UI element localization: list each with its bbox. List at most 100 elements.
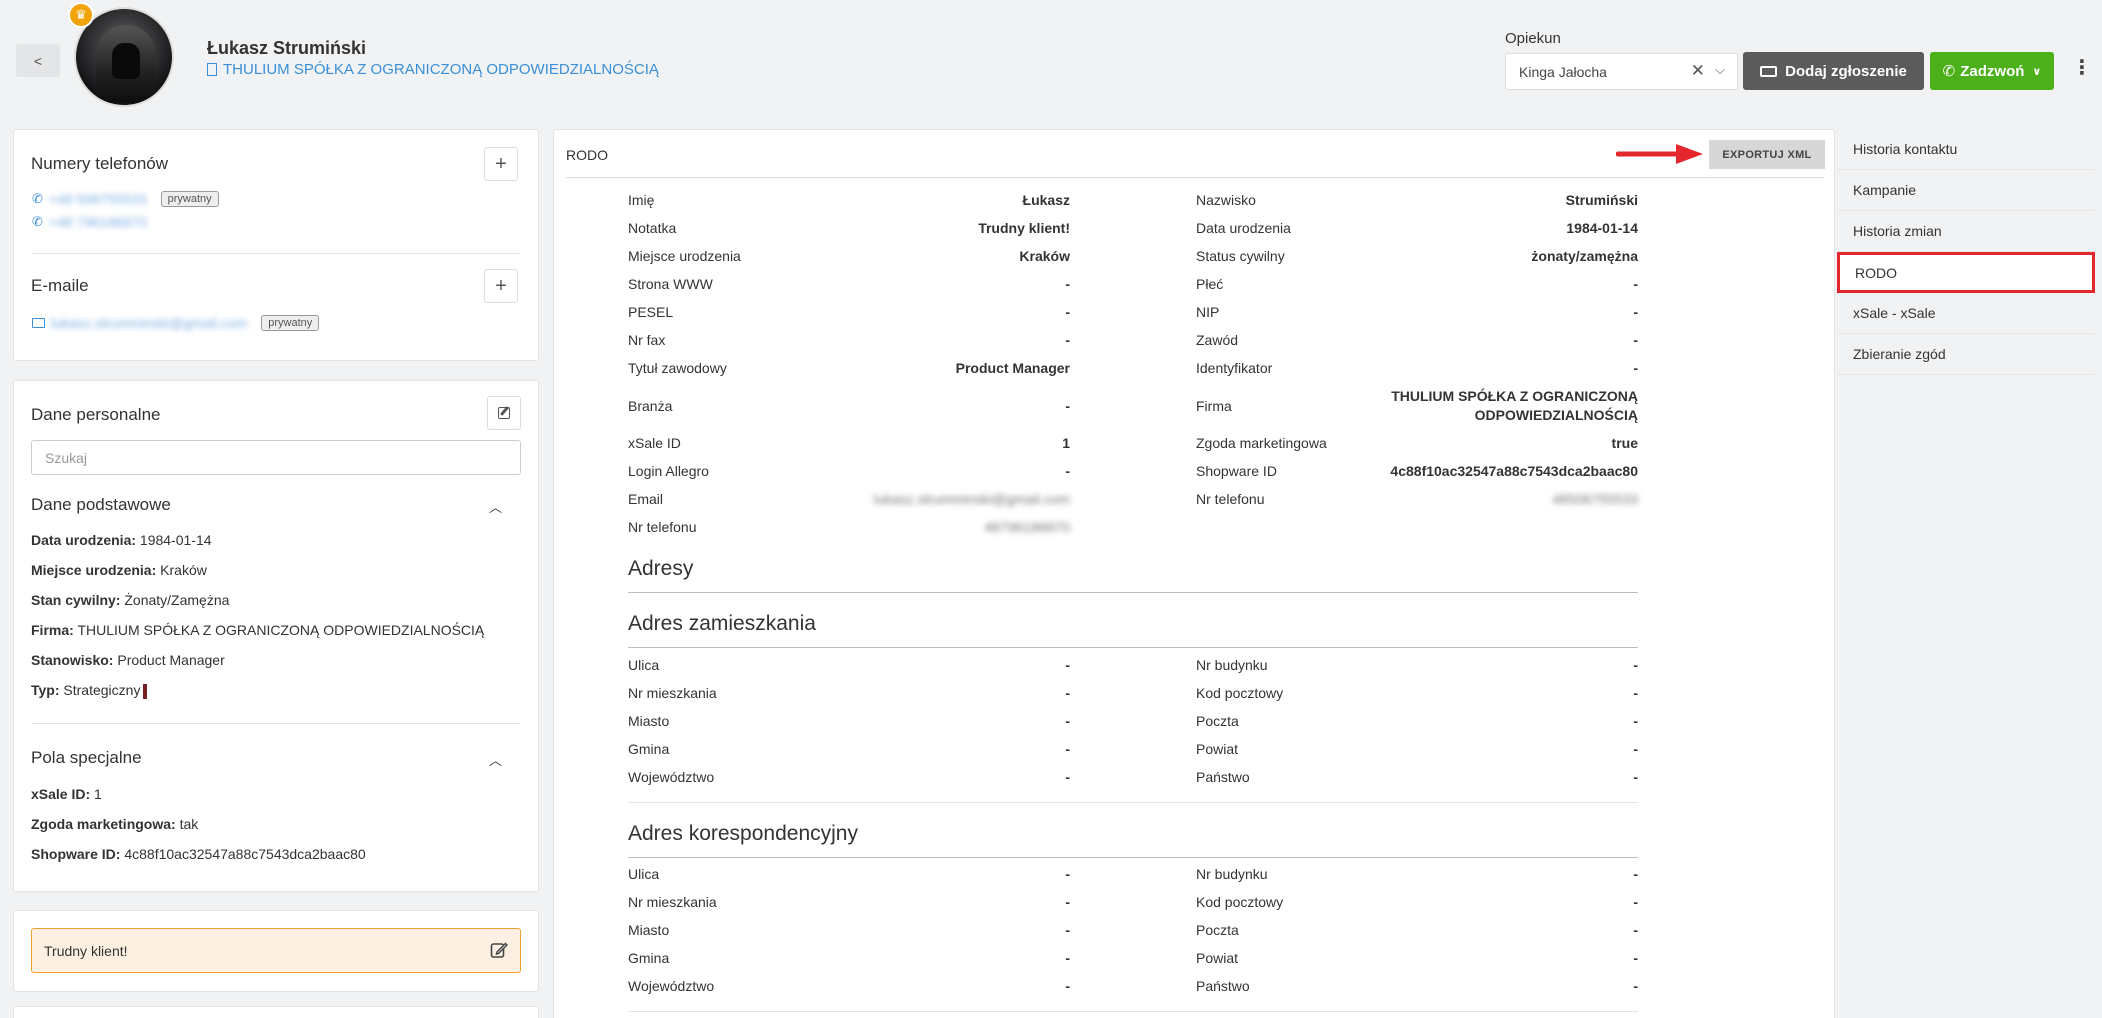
field-label: Województwo — [628, 978, 715, 994]
bottom-panel — [13, 1006, 539, 1018]
field-label: Województwo — [628, 769, 715, 785]
back-button[interactable]: < — [16, 44, 60, 77]
special-field: Zgoda marketingowa: tak — [31, 816, 198, 832]
add-email-button[interactable]: + — [484, 269, 518, 303]
addresses-heading: Adresy — [628, 557, 694, 580]
divider — [628, 1011, 1638, 1012]
field-value: - — [1633, 304, 1638, 320]
chevron-down-icon[interactable]: ⌵ — [1715, 62, 1725, 78]
nav-item-rodo[interactable]: RODO — [1837, 252, 2095, 293]
field-value: - — [1065, 950, 1070, 966]
collapse-special-icon[interactable]: ︿ — [489, 750, 502, 769]
field-label: Nr fax — [628, 332, 666, 348]
envelope-icon — [32, 318, 45, 328]
nav-item-campaigns[interactable]: Kampanie — [1837, 170, 2095, 211]
clear-icon[interactable]: ✕ — [1691, 61, 1705, 81]
field-key: Firma: — [31, 622, 74, 638]
field-label: Kod pocztowy — [1196, 894, 1284, 910]
divider — [32, 253, 520, 254]
more-options-icon[interactable]: ⋮ — [2072, 58, 2092, 78]
nav-item-contact-history[interactable]: Historia kontaktu — [1837, 129, 2095, 170]
phone-item[interactable]: ✆ +48 506755533 prywatny — [32, 191, 219, 207]
nav-item-xsale[interactable]: xSale - xSale — [1837, 293, 2095, 334]
call-button[interactable]: ✆ Zadzwoń ∨ — [1930, 52, 2054, 90]
company-link-label: THULIUM SPÓŁKA Z OGRANICZONĄ ODPOWIEDZIA… — [223, 61, 659, 78]
phone-item[interactable]: ✆ +48 796186870 — [32, 214, 147, 230]
add-phone-button[interactable]: + — [484, 147, 518, 181]
field-value: Strumiński — [1565, 192, 1638, 208]
field-label: Miasto — [628, 922, 670, 938]
field-label: Miejsce urodzenia — [628, 248, 741, 264]
field-value: - — [1065, 398, 1070, 414]
basic-field: Firma: THULIUM SPÓŁKA Z OGRANICZONĄ ODPO… — [31, 622, 484, 638]
field-value: - — [1633, 978, 1638, 994]
field-value: - — [1633, 894, 1638, 910]
field-value: lukasz.strumminski@gmail.com — [873, 491, 1070, 507]
divider — [566, 177, 1824, 178]
field-label: Powiat — [1196, 950, 1239, 966]
field-value: Strategiczny — [63, 682, 141, 698]
edit-personal-button[interactable] — [487, 396, 521, 430]
note-panel: Trudny klient! — [13, 910, 539, 992]
field-label: NIP — [1196, 304, 1220, 320]
field-value: - — [1633, 866, 1638, 882]
search-input[interactable] — [31, 440, 521, 475]
basic-field: Typ: Strategiczny — [31, 682, 148, 699]
field-value: 4c88f10ac32547a88c7543dca2baac80 — [124, 846, 366, 862]
field-key: Zgoda marketingowa: — [31, 816, 176, 832]
field-value: Trudny klient! — [978, 220, 1070, 236]
field-label: Ulica — [628, 866, 660, 882]
phone-tag: prywatny — [160, 191, 219, 207]
field-value: - — [1065, 769, 1070, 785]
collapse-basic-icon[interactable]: ︿ — [489, 497, 502, 516]
crown-icon: ♛ — [68, 2, 94, 28]
field-label: Imię — [628, 192, 655, 208]
divider — [628, 592, 1638, 593]
field-label: Poczta — [1196, 713, 1239, 729]
field-value: - — [1633, 685, 1638, 701]
field-value: żonaty/zamężna — [1531, 248, 1638, 264]
field-label: Miasto — [628, 713, 670, 729]
company-link[interactable]: THULIUM SPÓŁKA Z OGRANICZONĄ ODPOWIEDZIA… — [207, 61, 659, 78]
field-value: - — [1633, 741, 1638, 757]
field-value: - — [1633, 360, 1638, 376]
field-value: - — [1633, 713, 1638, 729]
nav-item-change-history[interactable]: Historia zmian — [1837, 211, 2095, 252]
basic-field: Stanowisko: Product Manager — [31, 652, 225, 668]
edit-note-icon[interactable] — [490, 941, 508, 959]
opiekun-select[interactable]: Kinga Jałocha ✕ ⌵ — [1505, 53, 1738, 90]
field-value: - — [1065, 978, 1070, 994]
field-label: Tytuł zawodowy — [628, 360, 727, 376]
basic-field: Stan cywilny: Żonaty/Zamężna — [31, 592, 229, 608]
red-arrow-annotation — [1616, 144, 1703, 164]
add-ticket-button[interactable]: Dodaj zgłoszenie — [1743, 52, 1924, 90]
field-label: Powiat — [1196, 741, 1239, 757]
field-value: - — [1065, 685, 1070, 701]
field-value: 4c88f10ac32547a88c7543dca2baac80 — [1390, 463, 1638, 479]
field-label: Branża — [628, 398, 673, 414]
note-text: Trudny klient! — [44, 943, 128, 959]
phone-icon: ✆ — [32, 191, 43, 206]
field-label: Płeć — [1196, 276, 1224, 292]
field-label: Shopware ID — [1196, 463, 1277, 479]
email-item[interactable]: lukasz.strumminski@gmail.com prywatny — [32, 315, 320, 331]
field-key: xSale ID: — [31, 786, 91, 802]
email-address: lukasz.strumminski@gmail.com — [51, 315, 248, 331]
field-value: Kraków — [160, 562, 207, 578]
add-ticket-label: Dodaj zgłoszenie — [1785, 62, 1907, 80]
nav-item-consents[interactable]: Zbieranie zgód — [1837, 334, 2095, 375]
residence-address-heading: Adres zamieszkania — [628, 612, 816, 635]
basic-field: Data urodzenia: 1984-01-14 — [31, 532, 212, 548]
field-label: Gmina — [628, 741, 670, 757]
field-label: Notatka — [628, 220, 677, 236]
field-label: Status cywilny — [1196, 248, 1285, 264]
email-tag: prywatny — [261, 315, 320, 331]
field-value: THULIUM SPÓŁKA Z OGRANICZONĄ ODPOWIEDZIA… — [77, 622, 485, 638]
field-value: - — [1065, 741, 1070, 757]
field-value: - — [1633, 657, 1638, 673]
field-key: Stanowisko: — [31, 652, 114, 668]
export-xml-button[interactable]: EXPORTUJ XML — [1709, 140, 1825, 169]
field-value: THULIUM SPÓŁKA Z OGRANICZONĄ — [1391, 388, 1638, 404]
field-value: 1 — [1062, 435, 1070, 451]
field-value: - — [1065, 304, 1070, 320]
